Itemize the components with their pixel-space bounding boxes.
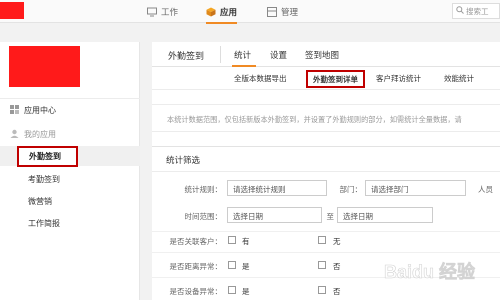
- avatar-redacted: [9, 46, 80, 87]
- tab-work-label: 工作: [161, 7, 179, 18]
- user-icon: [10, 129, 19, 140]
- tab-checkin-map[interactable]: 签到地图: [305, 49, 339, 61]
- tab-apps[interactable]: 应用: [206, 0, 238, 24]
- active-tab-underline: [206, 22, 238, 24]
- apps-grid-icon: [10, 104, 19, 116]
- customer-yes-label: 有: [242, 237, 250, 246]
- search-placeholder: 搜索工: [466, 6, 489, 16]
- search-icon: [456, 6, 464, 16]
- tab-manage-label: 管理: [281, 7, 299, 18]
- monitor-icon: [147, 7, 157, 17]
- my-apps-label: 我的应用: [24, 129, 56, 139]
- logo-redacted: [0, 2, 24, 19]
- subtab-checkin-detail-label: 外勤签到详单: [313, 74, 358, 84]
- title-divider: [220, 46, 221, 63]
- grid-icon: [267, 6, 277, 17]
- sidebar-item-work-report[interactable]: 工作简报: [28, 216, 60, 230]
- sidebar-divider: [0, 98, 140, 99]
- tab-work[interactable]: 工作: [147, 0, 178, 23]
- rule-label: 统计规则：: [184, 185, 223, 194]
- app-tabs-row: 外勤签到 统计 设置 签到地图: [152, 42, 500, 67]
- tab-manage[interactable]: 管理: [267, 0, 298, 23]
- search-box[interactable]: 搜索工: [452, 3, 500, 19]
- subtab-efficiency[interactable]: 效能统计: [444, 73, 474, 84]
- sidebar-item-attendance[interactable]: 考勤签到: [28, 172, 60, 186]
- dept-label: 部门：: [339, 185, 363, 194]
- row-divider: [152, 252, 500, 253]
- customer-related-label: 是否关联客户：: [169, 237, 223, 246]
- attendance-label: 考勤签到: [28, 174, 60, 184]
- device-abnormal-label: 是否设备异常：: [169, 287, 223, 296]
- filter-panel: 统计筛选 统计规则： 请选择统计规则 部门： 请选择部门 人员 时间范围： 选择…: [152, 146, 500, 300]
- app-center-label: 应用中心: [24, 105, 56, 115]
- sidebar-item-app-center[interactable]: 应用中心: [10, 103, 56, 117]
- rule-placeholder: 请选择统计规则: [233, 185, 286, 194]
- scope-notice: 本统计数据范围，仅包括新版本外勤签到，并设置了外勤规则的部分，如需统计全量数据，…: [152, 104, 500, 132]
- customer-no-label: 无: [333, 237, 341, 246]
- cube-icon: [206, 7, 216, 17]
- row-divider: [152, 231, 500, 232]
- distance-no-label: 否: [333, 262, 341, 271]
- main-panel: 外勤签到 统计 设置 签到地图 全版本数据导出 外勤签到详单 客户拜访统计 效能…: [152, 42, 500, 300]
- date-end-placeholder: 选择日期: [343, 212, 373, 221]
- date-start-input[interactable]: 选择日期: [227, 207, 322, 223]
- micro-marketing-label: 微营销: [28, 196, 52, 206]
- customer-no-checkbox[interactable]: [318, 236, 326, 244]
- to-label: 至: [326, 212, 335, 221]
- top-bar: 工作 应用 管理 搜索工: [0, 0, 500, 24]
- device-no-checkbox[interactable]: [318, 286, 326, 294]
- person-label: 人员: [478, 185, 493, 194]
- sidebar-item-micro-marketing[interactable]: 微营销: [28, 194, 52, 208]
- device-yes-label: 是: [242, 287, 250, 296]
- row-divider: [152, 277, 500, 278]
- time-range-label: 时间范围：: [184, 212, 223, 221]
- sidebar-item-my-apps[interactable]: 我的应用: [10, 127, 56, 141]
- subtab-customer-visit[interactable]: 客户拜访统计: [376, 73, 421, 84]
- sub-tabs-row: 全版本数据导出 外勤签到详单 客户拜访统计 效能统计: [152, 68, 500, 90]
- sidebar-item-field-checkin[interactable]: 外勤签到: [17, 146, 78, 167]
- date-start-placeholder: 选择日期: [233, 212, 263, 221]
- customer-yes-checkbox[interactable]: [228, 236, 236, 244]
- sidebar: 应用中心 我的应用 外勤签到 考勤签到 微营销 工作简报: [0, 42, 140, 300]
- device-no-label: 否: [333, 287, 341, 296]
- subtab-export-all[interactable]: 全版本数据导出: [234, 73, 287, 84]
- distance-yes-label: 是: [242, 262, 250, 271]
- work-report-label: 工作简报: [28, 218, 60, 228]
- tab-settings[interactable]: 设置: [270, 49, 287, 61]
- filter-header-divider: [152, 171, 500, 172]
- app-title: 外勤签到: [168, 52, 205, 62]
- subtab-checkin-detail[interactable]: 外勤签到详单: [306, 70, 365, 88]
- filter-title: 统计筛选: [166, 156, 201, 166]
- distance-yes-checkbox[interactable]: [228, 261, 236, 269]
- dept-select[interactable]: 请选择部门: [365, 180, 466, 196]
- rule-select[interactable]: 请选择统计规则: [227, 180, 327, 196]
- field-checkin-label: 外勤签到: [29, 152, 61, 161]
- tab-apps-label: 应用: [220, 7, 238, 18]
- distance-abnormal-label: 是否距离异常：: [169, 262, 223, 271]
- dept-placeholder: 请选择部门: [371, 185, 409, 194]
- device-yes-checkbox[interactable]: [228, 286, 236, 294]
- date-end-input[interactable]: 选择日期: [337, 207, 433, 223]
- distance-no-checkbox[interactable]: [318, 261, 326, 269]
- tab-statistics[interactable]: 统计: [234, 49, 251, 61]
- tab-active-underline: [232, 65, 256, 67]
